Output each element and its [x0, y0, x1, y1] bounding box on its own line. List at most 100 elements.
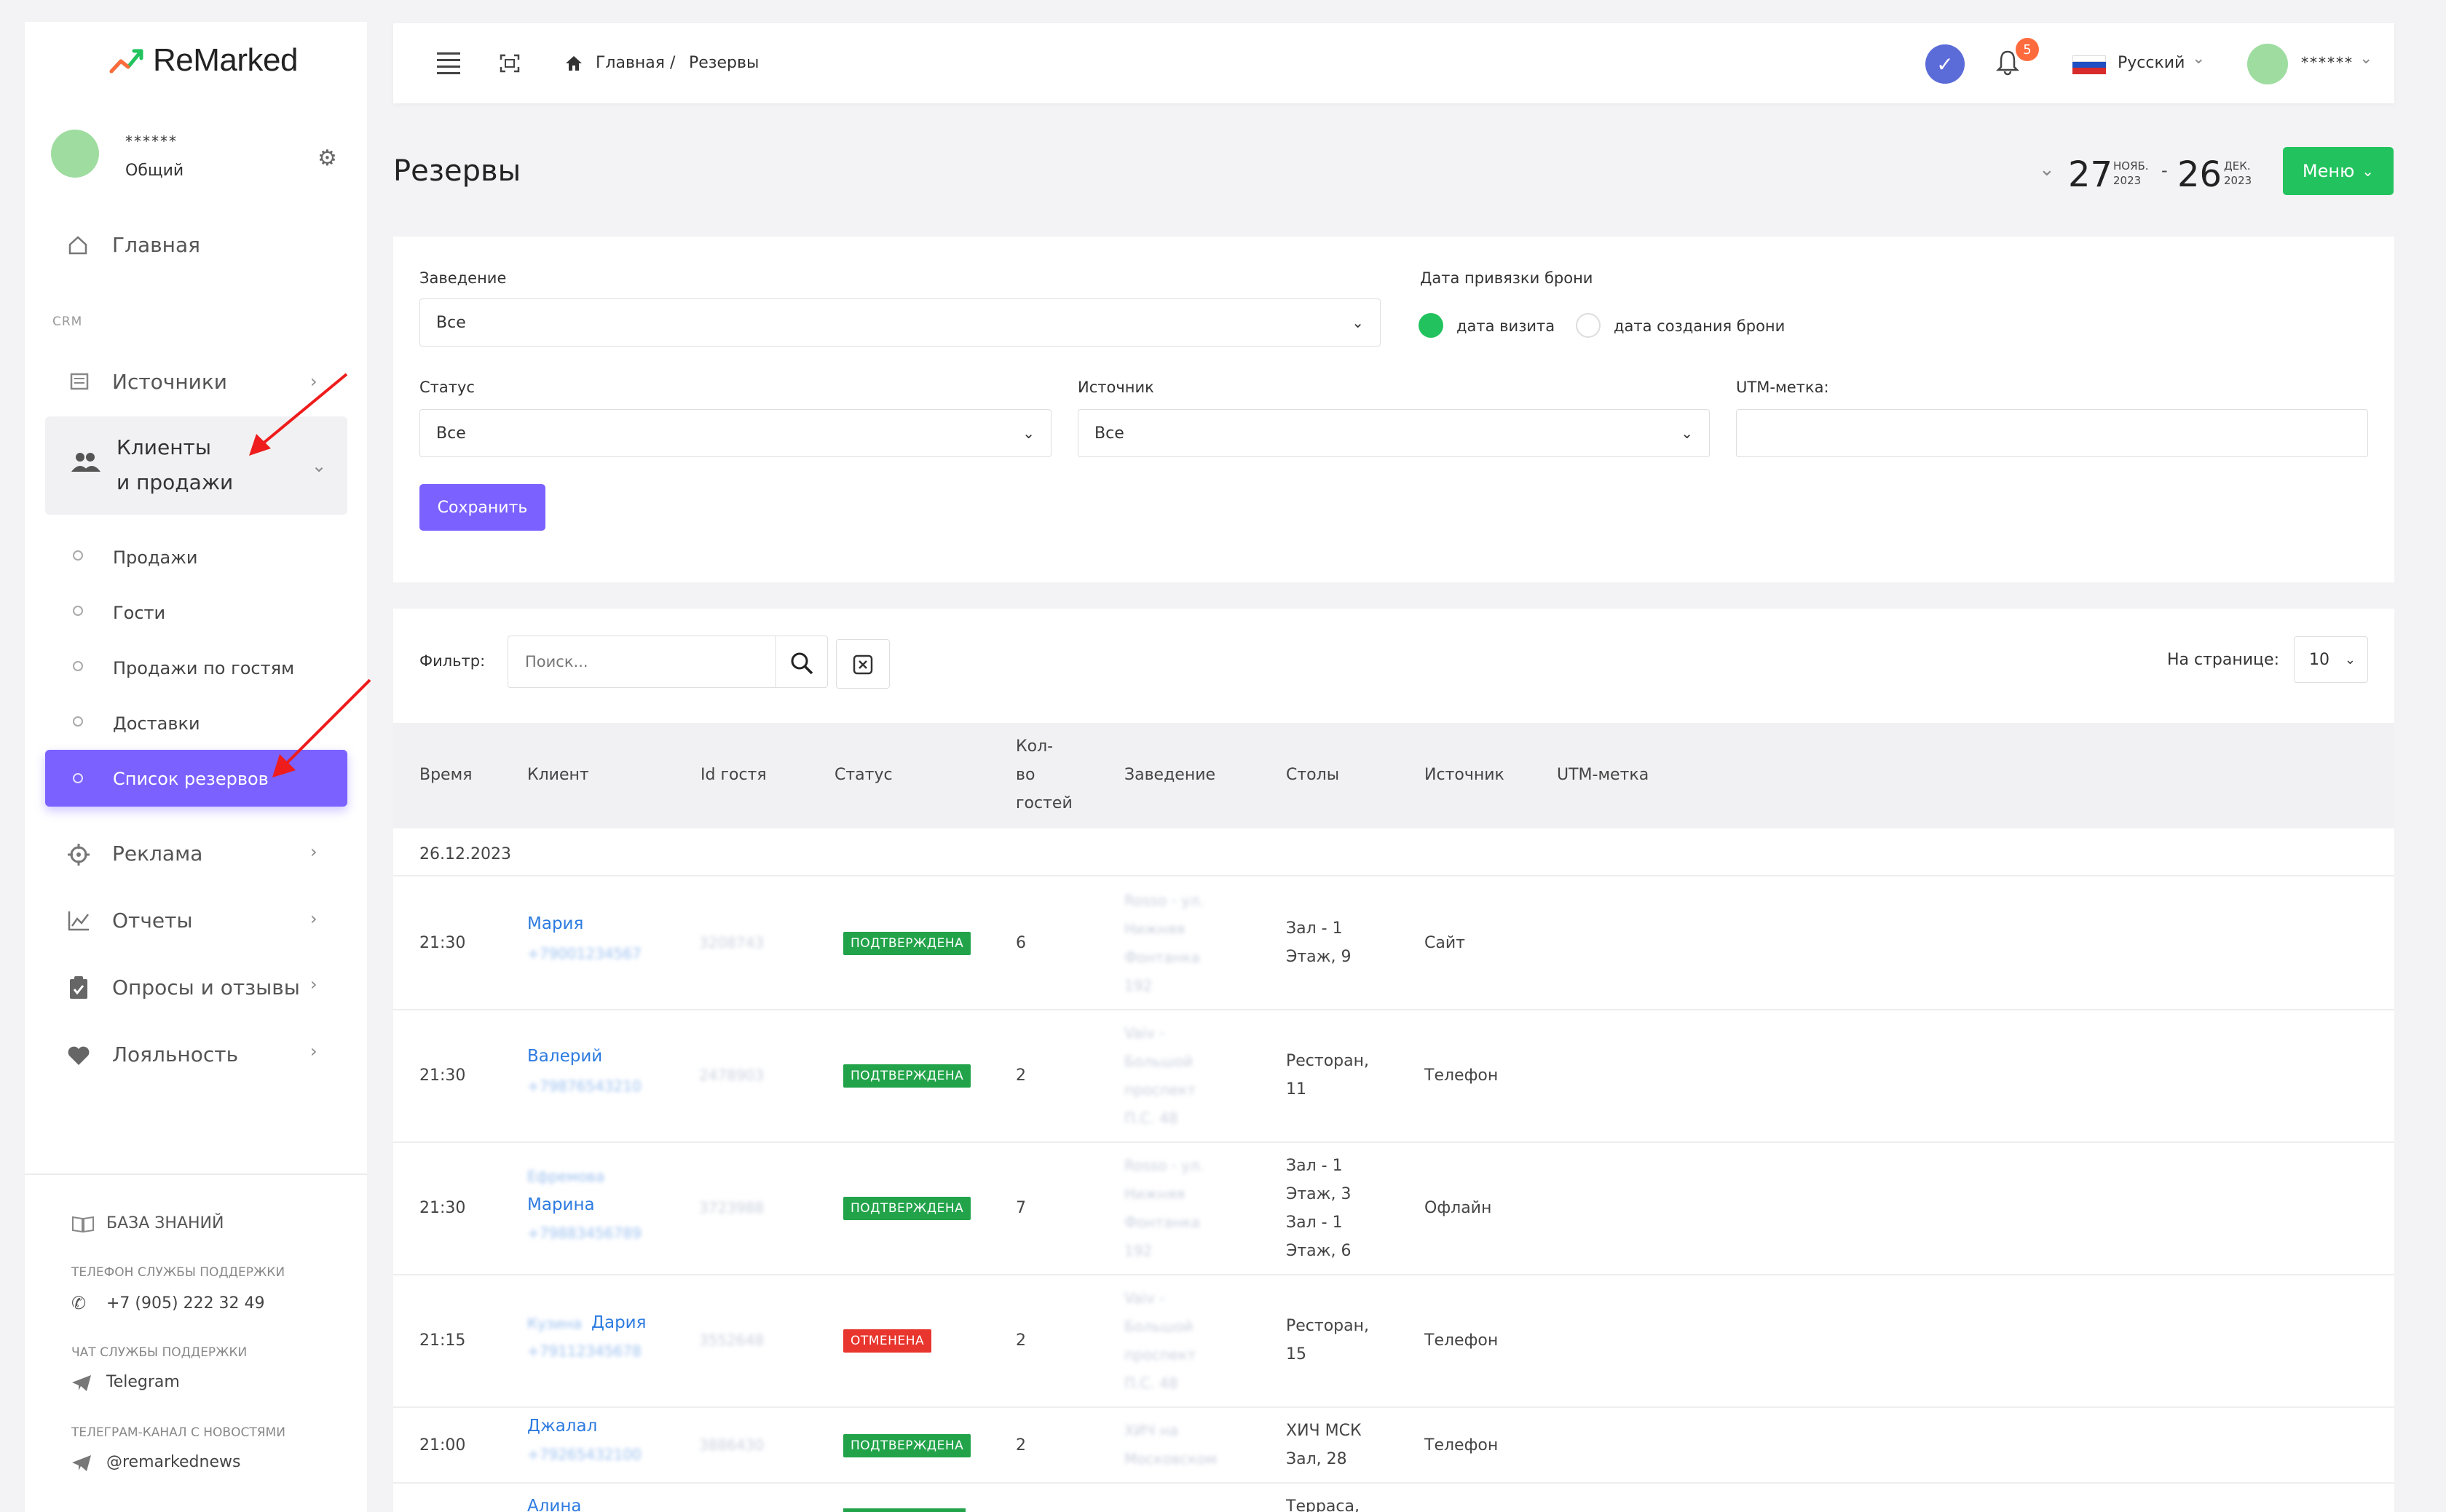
status-select-value: Все	[436, 424, 466, 443]
menu-toggle-icon[interactable]	[437, 52, 460, 74]
sidebar-subitem-guests[interactable]: Гости	[73, 603, 350, 629]
cell-source: Телефон	[1424, 1331, 1499, 1350]
sidebar-subitem-sales-by-guests[interactable]: Продажи по гостям	[73, 658, 350, 684]
cell-tables: Ресторан,	[1286, 1317, 1369, 1335]
cell-client[interactable]: Мария	[527, 914, 583, 933]
language-selector[interactable]: Русский	[2118, 54, 2185, 72]
circle-icon	[73, 550, 83, 561]
sidebar-subitem-sales[interactable]: Продажи	[73, 547, 350, 574]
target-icon	[68, 844, 90, 866]
sidebar-item-label: Лояльность	[112, 1042, 239, 1066]
cell-client[interactable]: Алина	[527, 1497, 582, 1512]
cell-venue: Московском	[1124, 1450, 1217, 1468]
cell-phone[interactable]: +79883456789	[527, 1224, 642, 1242]
cell-client[interactable]: Марина	[527, 1195, 595, 1214]
avatar[interactable]	[51, 130, 99, 178]
save-button[interactable]: Сохранить	[419, 484, 545, 531]
cell-venue: Фонтанка	[1124, 949, 1200, 966]
cell-phone[interactable]: +79876543210	[527, 1077, 642, 1095]
venue-label: Заведение	[419, 269, 507, 287]
col-venue[interactable]: Заведение	[1124, 766, 1215, 784]
cell-phone[interactable]: +79112345678	[527, 1342, 642, 1360]
table-row[interactable]: 21:30 Валерий +79876543210 2478903 ПОДТВ…	[393, 1010, 2394, 1141]
fullscreen-icon[interactable]	[500, 54, 520, 73]
home-icon[interactable]	[565, 55, 583, 71]
col-guests-line1[interactable]: Кол-	[1016, 737, 1053, 756]
menu-button[interactable]: Меню ⌄	[2283, 147, 2394, 195]
chevron-down-icon: ⌄	[2192, 50, 2206, 68]
cell-venue: Rosso - ул.	[1124, 1157, 1204, 1174]
date-to-year: 2023	[2224, 174, 2252, 187]
table-row[interactable]: 21:15 Кузина Дария +79112345678 3552648 …	[393, 1275, 2394, 1406]
table-row[interactable]: Алина Терраса,	[393, 1484, 2394, 1512]
cell-tables: Этаж, 3	[1286, 1185, 1352, 1203]
cell-venue: проспект	[1124, 1081, 1196, 1099]
table-row[interactable]: 21:30 Мария +79001234567 3208743 ПОДТВЕР…	[393, 876, 2394, 1009]
settings-gear-icon[interactable]: ⚙	[317, 146, 337, 171]
col-guests-line2[interactable]: во	[1016, 766, 1035, 784]
logo-chart-icon	[109, 49, 143, 74]
per-page-value: 10	[2309, 650, 2329, 669]
cell-phone[interactable]: +79001234567	[527, 945, 642, 962]
group-date: 26.12.2023	[419, 845, 511, 863]
col-source[interactable]: Источник	[1424, 766, 1504, 784]
breadcrumb-home[interactable]: Главная	[596, 54, 665, 72]
heart-icon	[68, 1046, 90, 1065]
clear-filter-button[interactable]	[836, 639, 890, 689]
logo-text: ReMarked	[153, 42, 298, 78]
cell-client-prefix[interactable]: Ефремова	[527, 1168, 604, 1185]
cell-client[interactable]: Дария	[591, 1313, 646, 1332]
divider	[25, 1173, 367, 1175]
chevron-down-icon: ⌄	[2359, 50, 2373, 68]
search-input[interactable]	[509, 637, 771, 686]
utm-input[interactable]	[1736, 409, 2368, 457]
table-row[interactable]: 21:00 Джалал +79265432100 3886430 ПОДТВЕ…	[393, 1408, 2394, 1484]
sidebar-item-label: Главная	[112, 233, 200, 257]
col-guests-line3[interactable]: гостей	[1016, 794, 1073, 812]
account-name[interactable]: ******	[2301, 54, 2354, 71]
circle-icon	[73, 661, 83, 671]
breadcrumb-separator: /	[670, 54, 676, 72]
radio-created-date[interactable]	[1576, 313, 1601, 338]
source-select[interactable]: Все ⌄	[1078, 409, 1710, 457]
date-separator: -	[2161, 160, 2168, 181]
col-utm[interactable]: UTM-метка	[1557, 766, 1649, 784]
chevron-right-icon: ›	[310, 371, 317, 392]
table-row[interactable]: 21:30 Ефремова Марина +79883456789 37239…	[393, 1143, 2394, 1274]
search-icon[interactable]	[789, 651, 814, 676]
check-icon[interactable]: ✓	[1925, 44, 1965, 84]
sidebar-item-reports[interactable]: Отчеты ›	[67, 907, 329, 939]
col-client[interactable]: Клиент	[527, 766, 589, 784]
col-guest-id[interactable]: Id гостя	[701, 766, 767, 784]
status-select[interactable]: Все ⌄	[419, 409, 1052, 457]
per-page-label: На странице:	[2167, 651, 2279, 669]
per-page-select[interactable]: 10 ⌄	[2294, 636, 2368, 683]
cell-client[interactable]: Валерий	[527, 1047, 602, 1066]
cell-venue: Нижняя	[1124, 1185, 1185, 1203]
cell-time: 21:30	[419, 1199, 466, 1217]
col-time[interactable]: Время	[419, 766, 472, 784]
cell-phone[interactable]: +79265432100	[527, 1446, 642, 1463]
search-box	[508, 636, 828, 688]
radio-visit-date[interactable]	[1419, 313, 1443, 338]
chevron-right-icon: ›	[310, 842, 317, 862]
sidebar-item-surveys[interactable]: Опросы и отзывы ›	[67, 974, 329, 1006]
logo[interactable]: ReMarked	[109, 42, 298, 79]
col-tables[interactable]: Столы	[1286, 766, 1339, 784]
chevron-right-icon: ›	[310, 909, 317, 929]
cell-venue: Большой	[1124, 1053, 1194, 1070]
cell-client-prefix[interactable]: Кузина	[527, 1315, 582, 1332]
cell-tables: Этаж, 9	[1286, 948, 1352, 966]
col-status[interactable]: Статус	[835, 766, 893, 784]
account-avatar[interactable]	[2247, 44, 2288, 84]
cell-tables: Ресторан,	[1286, 1052, 1369, 1070]
cell-client[interactable]: Джалал	[527, 1417, 597, 1436]
sidebar-item-sources[interactable]: Источники ›	[67, 368, 329, 400]
sidebar-subitem-deliveries[interactable]: Доставки	[73, 713, 350, 740]
cell-venue: П.С. 48	[1124, 1109, 1178, 1127]
sidebar-item-loyalty[interactable]: Лояльность ›	[67, 1041, 329, 1073]
venue-select[interactable]: Все ⌄	[419, 298, 1381, 347]
menu-button-label: Меню	[2302, 161, 2355, 181]
russia-flag-icon[interactable]	[2072, 55, 2106, 74]
sidebar-item-ads[interactable]: Реклама ›	[67, 840, 329, 872]
